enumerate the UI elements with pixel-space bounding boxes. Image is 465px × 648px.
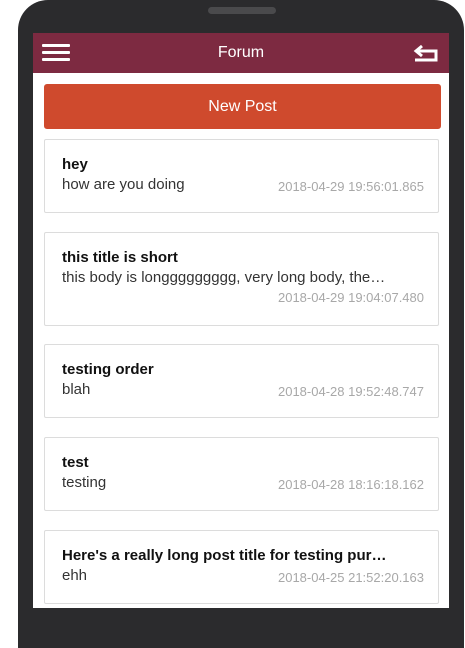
post-card[interactable]: test testing 2018-04-28 18:16:18.162 [44,437,439,511]
post-title: this title is short [62,249,178,266]
post-body: ehh [62,567,88,584]
post-title: test [62,454,89,471]
post-card[interactable]: testing order blah 2018-04-28 19:52:48.7… [44,344,439,418]
post-card[interactable]: Here's a really long post title for test… [44,530,439,604]
app-header: Forum [33,33,449,73]
post-card[interactable]: hey how are you doing 2018-04-29 19:56:0… [44,139,439,213]
post-date: 2018-04-29 19:56:01.865 [277,179,424,194]
phone-speaker [208,7,276,14]
post-title: testing order [62,361,154,378]
post-body: testing [62,474,107,491]
post-title: Here's a really long post title for test… [62,547,387,564]
post-date: 2018-04-28 19:52:48.747 [277,384,424,399]
post-title: hey [62,156,88,173]
app-screen: Forum New Post hey how are you doing 201… [33,33,449,608]
page-title: Forum [217,44,265,61]
post-body: how are you doing [62,176,185,193]
post-date: 2018-04-29 19:04:07.480 [277,290,424,305]
post-date: 2018-04-25 21:52:20.163 [277,570,424,585]
phone-frame: Forum New Post hey how are you doing 201… [18,0,464,648]
post-body: blah [62,381,91,398]
post-card[interactable]: this title is short this body is longggg… [44,232,439,326]
post-date: 2018-04-28 18:16:18.162 [277,477,424,492]
post-body: this body is longgggggggg, very long bod… [62,269,386,286]
back-arrow-icon[interactable] [413,43,439,63]
new-post-button[interactable]: New Post [44,84,441,129]
